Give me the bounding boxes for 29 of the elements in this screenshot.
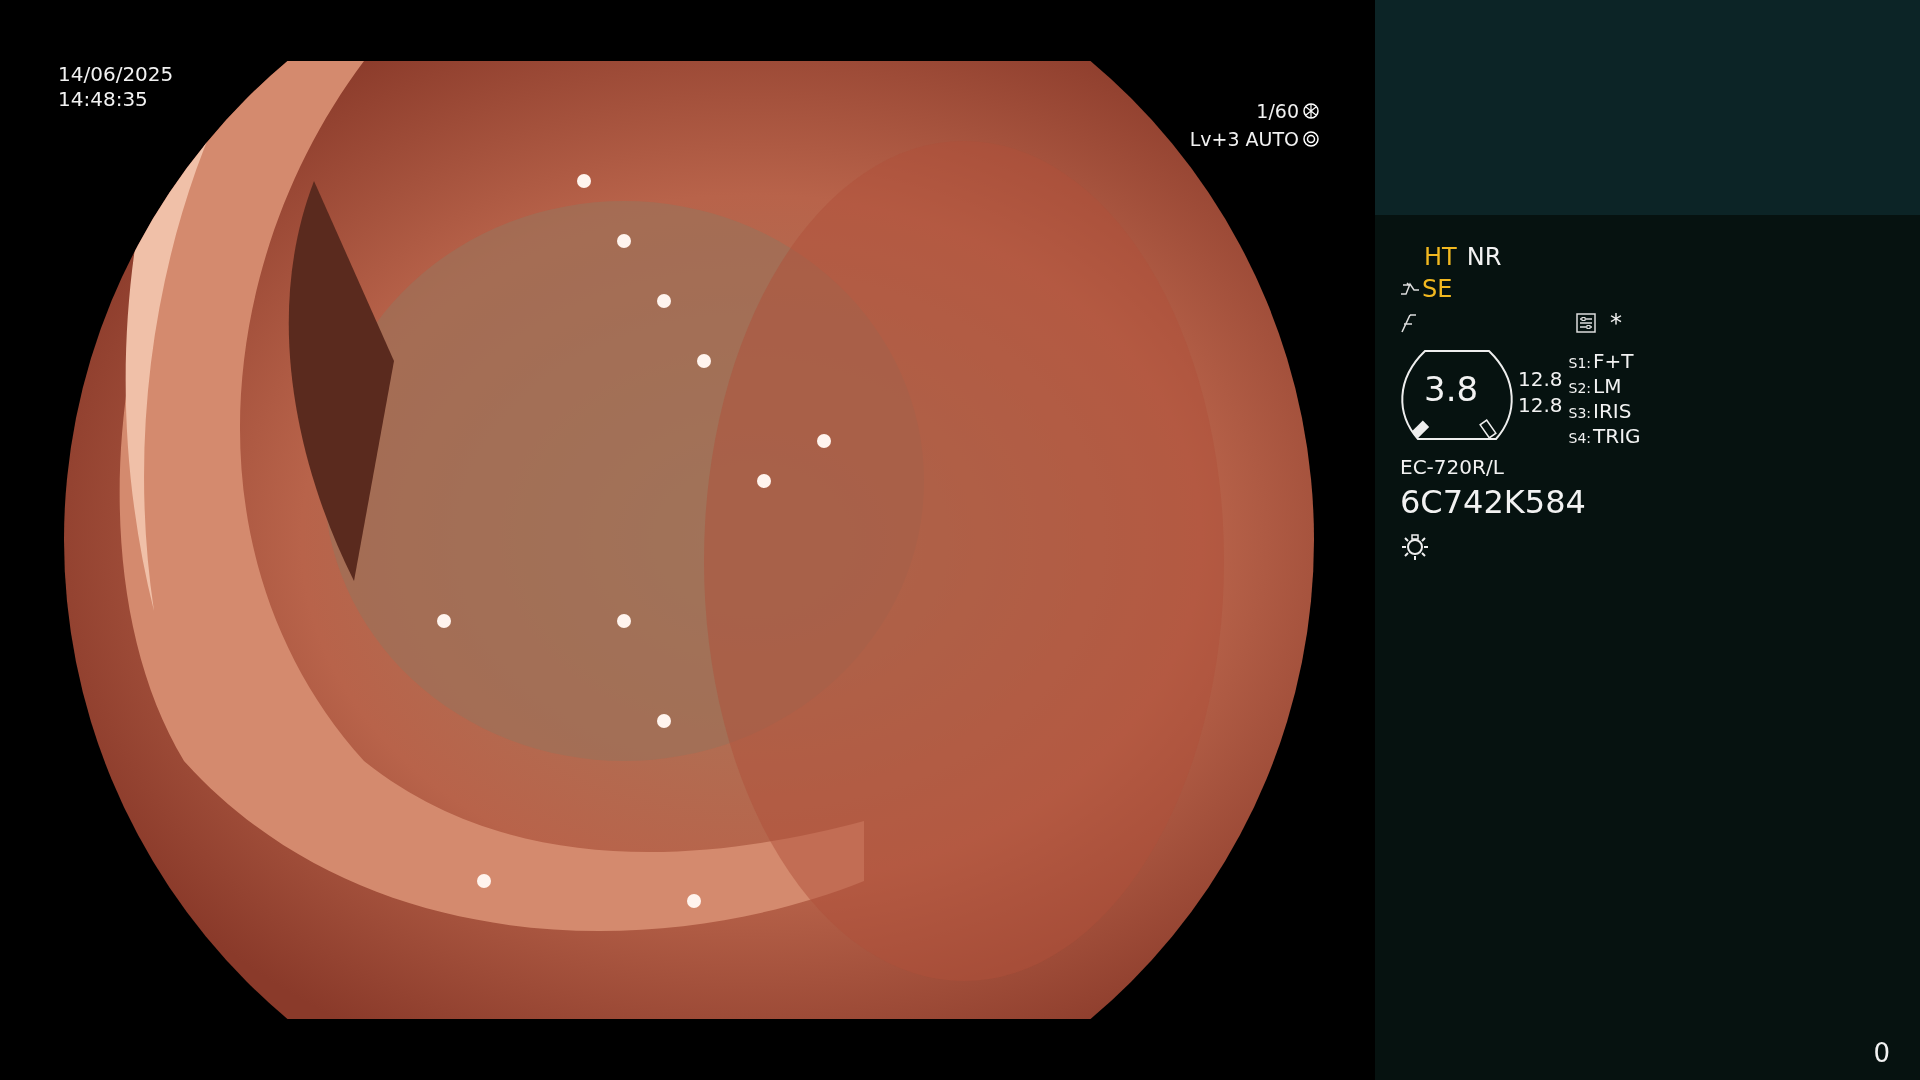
time-text: 14:48:35 bbox=[58, 87, 149, 112]
mode-label: NR bbox=[1466, 243, 1502, 271]
serial-number-text: 6C742K584 bbox=[1400, 483, 1587, 521]
iris-icon bbox=[1303, 131, 1319, 147]
switch-value: F+T bbox=[1593, 349, 1634, 373]
switch-value: TRIG bbox=[1593, 424, 1641, 448]
outline-marker-icon bbox=[1479, 419, 1497, 439]
reading-text: 12.8 bbox=[1518, 367, 1563, 391]
switch-key: S1: bbox=[1568, 355, 1592, 371]
light-icon bbox=[1400, 531, 1430, 561]
counter-text: 0 bbox=[1873, 1038, 1890, 1068]
filter-icon bbox=[1400, 313, 1418, 333]
magnification-value: 3.8 bbox=[1424, 369, 1479, 409]
switch-key: S3: bbox=[1568, 405, 1592, 421]
exposure-mode-text: Lv+3 AUTO bbox=[1189, 128, 1299, 150]
aperture-icon bbox=[1303, 103, 1319, 119]
reading-text: 12.8 bbox=[1518, 393, 1563, 417]
switch-value: LM bbox=[1593, 374, 1622, 398]
mode-label: HT bbox=[1424, 243, 1457, 271]
curve-icon bbox=[1400, 280, 1420, 298]
sliders-icon bbox=[1576, 313, 1596, 333]
switch-key: S4: bbox=[1568, 430, 1592, 446]
date-text: 14/06/2025 bbox=[58, 62, 174, 87]
shutter-speed-text: 1/60 bbox=[1256, 100, 1299, 122]
mode-label: SE bbox=[1422, 275, 1453, 303]
scope-model-text: EC-720R/L bbox=[1400, 455, 1505, 479]
switch-key: S2: bbox=[1568, 380, 1592, 396]
asterisk-text: * bbox=[1610, 309, 1622, 337]
switch-value: IRIS bbox=[1593, 399, 1632, 423]
